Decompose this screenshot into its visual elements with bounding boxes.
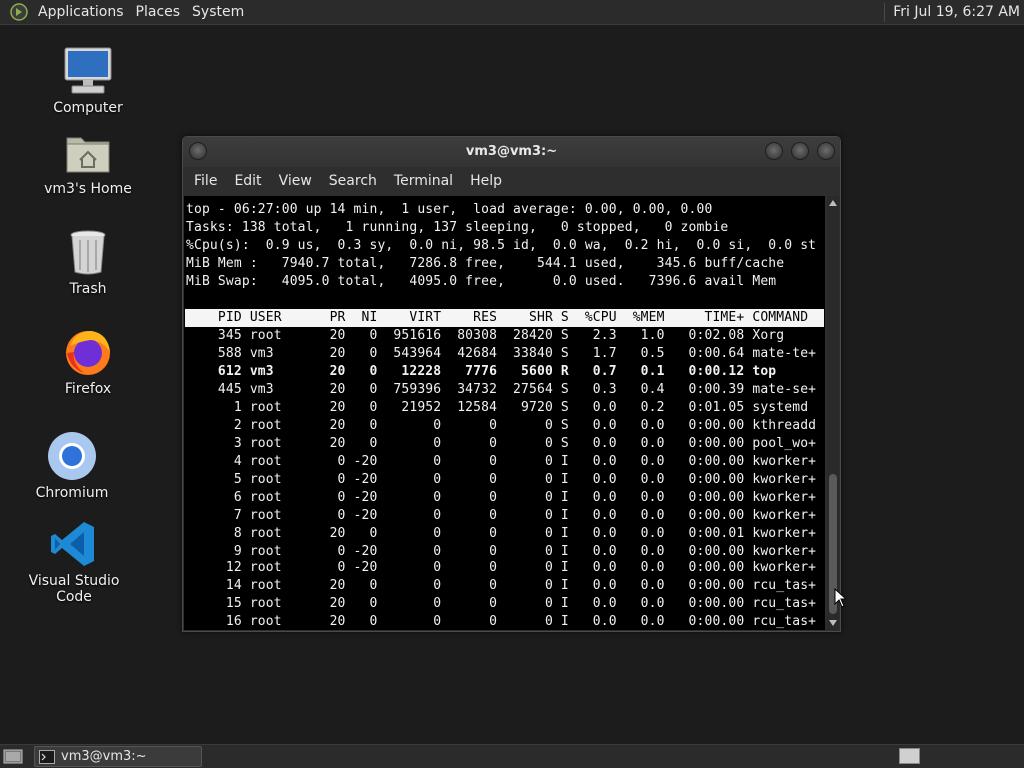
taskbar-terminal-button[interactable]: vm3@vm3:~ bbox=[34, 746, 202, 767]
process-row: 6 root 0 -20 0 0 0 I 0.0 0.0 0:00.00 kwo… bbox=[186, 490, 817, 505]
applications-menu[interactable]: Applications bbox=[32, 0, 130, 25]
desktop-icon-label: vm3's Home bbox=[44, 181, 132, 197]
desktop-icon-chromium[interactable]: Chromium bbox=[12, 430, 132, 501]
minimize-button[interactable] bbox=[765, 142, 783, 160]
desktop-icon-label: Firefox bbox=[64, 381, 112, 397]
window-title: vm3@vm3:~ bbox=[465, 144, 558, 159]
process-row: 16 root 20 0 0 0 0 I 0.0 0.0 0:00.00 rcu… bbox=[186, 614, 817, 629]
menu-view[interactable]: View bbox=[272, 173, 319, 189]
menu-search[interactable]: Search bbox=[322, 173, 384, 189]
process-row: 15 root 20 0 0 0 0 I 0.0 0.0 0:00.00 rcu… bbox=[186, 596, 817, 611]
process-row: 4 root 0 -20 0 0 0 I 0.0 0.0 0:00.00 kwo… bbox=[186, 454, 817, 469]
menu-help[interactable]: Help bbox=[463, 173, 509, 189]
show-desktop-icon[interactable] bbox=[3, 748, 23, 765]
process-row: 2 root 20 0 0 0 0 S 0.0 0.0 0:00.00 kthr… bbox=[186, 418, 817, 433]
desktop-icon-vscode[interactable]: Visual Studio Code bbox=[14, 518, 134, 605]
top-summary-swap: MiB Swap: 4095.0 total, 4095.0 free, 0.0… bbox=[186, 274, 777, 289]
menu-edit[interactable]: Edit bbox=[227, 173, 268, 189]
process-row: 345 root 20 0 951616 80308 28420 S 2.3 1… bbox=[186, 328, 785, 343]
top-summary-cpu: %Cpu(s): 0.9 us, 0.3 sy, 0.0 ni, 98.5 id… bbox=[186, 238, 817, 253]
desktop-icon-label: Chromium bbox=[35, 485, 109, 501]
desktop-icon-label: Computer bbox=[53, 100, 123, 116]
desktop-icon-home[interactable]: vm3's Home bbox=[28, 126, 148, 197]
desktop-icon-label: Visual Studio Code bbox=[28, 573, 120, 605]
terminal-window[interactable]: vm3@vm3:~ File Edit View Search Terminal… bbox=[182, 136, 841, 632]
taskbar-terminal-label: vm3@vm3:~ bbox=[61, 749, 147, 764]
process-row: 14 root 20 0 0 0 0 I 0.0 0.0 0:00.00 rcu… bbox=[186, 578, 817, 593]
maximize-button[interactable] bbox=[791, 142, 809, 160]
mate-logo-icon[interactable] bbox=[10, 3, 28, 21]
panel-separator bbox=[884, 2, 886, 22]
desktop-icon-label: Trash bbox=[69, 281, 107, 297]
trash-icon bbox=[62, 226, 114, 278]
workspace-switcher[interactable] bbox=[899, 748, 920, 764]
terminal-icon bbox=[39, 749, 55, 764]
top-summary-mem: MiB Mem : 7940.7 total, 7286.8 free, 544… bbox=[186, 256, 785, 271]
home-folder-icon bbox=[62, 126, 114, 178]
terminal-scrollbar[interactable] bbox=[827, 196, 839, 630]
scroll-up-arrow-icon[interactable] bbox=[829, 200, 837, 206]
window-title-bar[interactable]: vm3@vm3:~ bbox=[183, 137, 840, 167]
desktop-icon-firefox[interactable]: Firefox bbox=[28, 326, 148, 397]
desktop-icon-trash[interactable]: Trash bbox=[28, 226, 148, 297]
vscode-icon bbox=[48, 518, 100, 570]
process-row: 3 root 20 0 0 0 0 S 0.0 0.0 0:00.00 pool… bbox=[186, 436, 817, 451]
top-summary-uptime: top - 06:27:00 up 14 min, 1 user, load a… bbox=[186, 202, 713, 217]
menu-file[interactable]: File bbox=[187, 173, 224, 189]
top-summary-tasks: Tasks: 138 total, 1 running, 137 sleepin… bbox=[186, 220, 729, 235]
places-menu[interactable]: Places bbox=[130, 0, 187, 25]
terminal-output[interactable]: top - 06:27:00 up 14 min, 1 user, load a… bbox=[184, 196, 825, 630]
process-row: 588 vm3 20 0 543964 42684 33840 S 1.7 0.… bbox=[186, 346, 817, 361]
computer-icon bbox=[62, 45, 114, 97]
process-row: 5 root 0 -20 0 0 0 I 0.0 0.0 0:00.00 kwo… bbox=[186, 472, 817, 487]
top-panel: Applications Places System Fri Jul 19, 6… bbox=[0, 0, 1024, 25]
process-row: 12 root 0 -20 0 0 0 I 0.0 0.0 0:00.00 kw… bbox=[186, 560, 817, 575]
terminal-menu-bar: File Edit View Search Terminal Help bbox=[183, 167, 840, 195]
clock[interactable]: Fri Jul 19, 6:27 AM bbox=[893, 4, 1024, 20]
scroll-down-arrow-icon[interactable] bbox=[829, 620, 837, 626]
mouse-pointer-icon bbox=[834, 588, 846, 608]
process-row: 7 root 0 -20 0 0 0 I 0.0 0.0 0:00.00 kwo… bbox=[186, 508, 817, 523]
system-menu[interactable]: System bbox=[186, 0, 250, 25]
close-button[interactable] bbox=[817, 142, 835, 160]
process-row: 1 root 20 0 21952 12584 9720 S 0.0 0.2 0… bbox=[186, 400, 809, 415]
process-row: 612 vm3 20 0 12228 7776 5600 R 0.7 0.1 0… bbox=[186, 364, 777, 379]
menu-terminal[interactable]: Terminal bbox=[387, 173, 460, 189]
panel-tray: Fri Jul 19, 6:27 AM bbox=[884, 0, 1024, 25]
desktop-icon-computer[interactable]: Computer bbox=[28, 45, 148, 116]
firefox-icon bbox=[62, 326, 114, 378]
process-table-header: PID USER PR NI VIRT RES SHR S %CPU %MEM … bbox=[185, 309, 824, 327]
chromium-icon bbox=[46, 430, 98, 482]
bottom-panel: vm3@vm3:~ bbox=[0, 744, 1024, 768]
process-row: 8 root 20 0 0 0 0 I 0.0 0.0 0:00.01 kwor… bbox=[186, 526, 817, 541]
process-row: 445 vm3 20 0 759396 34732 27564 S 0.3 0.… bbox=[186, 382, 817, 397]
